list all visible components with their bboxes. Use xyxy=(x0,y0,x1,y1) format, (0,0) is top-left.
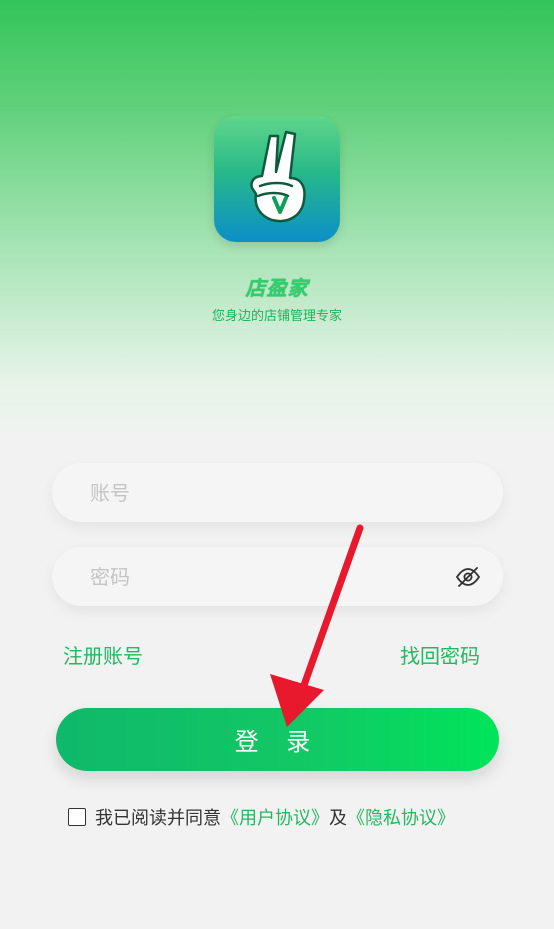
agreement-row: 我已阅读并同意 《用户协议》 及 《隐私协议》 xyxy=(68,804,455,830)
agreement-checkbox[interactable] xyxy=(68,808,86,826)
account-field[interactable] xyxy=(52,463,503,522)
eye-off-icon[interactable] xyxy=(455,565,481,589)
password-field[interactable] xyxy=(52,547,503,606)
privacy-agreement-link[interactable]: 《隐私协议》 xyxy=(347,804,455,830)
agreement-and: 及 xyxy=(329,808,347,829)
peace-hand-v-icon xyxy=(250,130,306,223)
user-agreement-link[interactable]: 《用户协议》 xyxy=(221,804,329,830)
app-logo xyxy=(214,116,340,242)
account-input[interactable] xyxy=(90,463,430,522)
register-link[interactable]: 注册账号 xyxy=(63,640,143,669)
login-button[interactable]: 登 录 xyxy=(56,708,499,771)
recover-password-link[interactable]: 找回密码 xyxy=(400,640,480,669)
password-input[interactable] xyxy=(90,547,430,606)
agreement-prefix: 我已阅读并同意 xyxy=(95,808,221,829)
brand-name: 店盈家 xyxy=(245,276,309,300)
brand-slogan: 您身边的店铺管理专家 xyxy=(211,309,342,324)
